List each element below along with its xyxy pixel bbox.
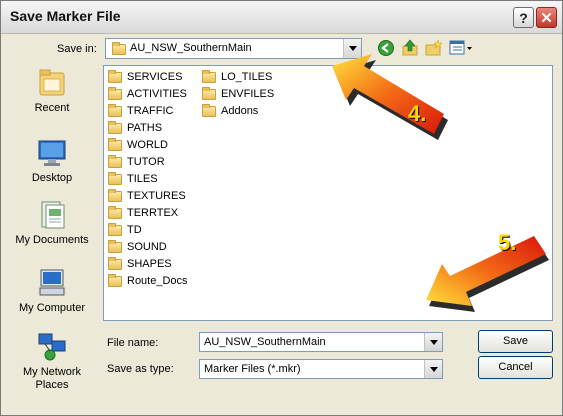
list-item-label: TEXTURES (127, 190, 186, 202)
list-item-label: Addons (221, 105, 259, 117)
network-places-icon (36, 331, 68, 363)
folder-icon (108, 273, 122, 287)
annotation-step-5: 5. (498, 230, 517, 255)
folder-icon (108, 137, 122, 151)
my-computer-icon (36, 267, 68, 299)
recent-icon (36, 67, 68, 99)
save-type-label: Save as type: (107, 363, 174, 375)
folder-icon (108, 222, 122, 236)
place-desktop[interactable]: Desktop (9, 137, 95, 185)
list-item[interactable]: SERVICES (108, 69, 182, 85)
list-item[interactable]: TRAFFIC (108, 103, 173, 119)
cancel-button[interactable]: Cancel (478, 356, 553, 379)
my-documents-icon (36, 199, 68, 231)
list-item-label: TRAFFIC (127, 105, 174, 117)
place-label: My Computer (18, 302, 86, 314)
list-item-label: TILES (127, 173, 158, 185)
list-item-label: PATHS (127, 122, 163, 134)
list-item[interactable]: PATHS (108, 120, 162, 136)
save-button[interactable]: Save (478, 330, 553, 353)
save-in-label: Save in: (57, 43, 97, 55)
list-item-label: ACTIVITIES (127, 88, 187, 100)
list-item-label: TD (127, 224, 142, 236)
place-my-computer[interactable]: My Computer (9, 267, 95, 315)
help-button[interactable]: ? (513, 7, 534, 28)
file-name-value: AU_NSW_SouthernMain (204, 336, 326, 348)
place-label: My Documents (15, 234, 89, 246)
folder-icon (108, 69, 122, 83)
annotation-arrow-4 (332, 54, 448, 140)
place-label: My Network Places (22, 366, 82, 391)
folder-icon (108, 256, 122, 270)
folder-icon (108, 171, 122, 185)
list-item-label: Route_Docs (127, 275, 188, 287)
folder-icon (202, 86, 216, 100)
save-marker-dialog: Save Marker File ? ✕ Save in: AU_NSW_Sou… (0, 0, 563, 416)
list-item[interactable]: TEXTURES (108, 188, 186, 204)
list-item-label: ENVFILES (221, 88, 275, 100)
annotation-arrow-5 (426, 236, 549, 312)
file-name-input[interactable]: AU_NSW_SouthernMain (199, 332, 443, 352)
folder-icon (112, 42, 126, 55)
annotation-step-4: 4. (408, 101, 427, 126)
list-item[interactable]: Addons (202, 103, 258, 119)
list-item-label: SHAPES (127, 258, 172, 270)
title-bar: Save Marker File ? ✕ (1, 1, 562, 34)
place-network[interactable]: My Network Places (9, 331, 95, 392)
place-recent[interactable]: Recent (9, 67, 95, 115)
save-type-value: Marker Files (*.mkr) (204, 363, 301, 375)
list-item-label: SERVICES (127, 71, 183, 83)
list-item[interactable]: TUTOR (108, 154, 165, 170)
save-in-value: AU_NSW_SouthernMain (130, 42, 252, 54)
list-item[interactable]: TILES (108, 171, 158, 187)
list-item-label: TUTOR (127, 156, 165, 168)
folder-icon (108, 86, 122, 100)
folder-icon (108, 103, 122, 117)
desktop-icon (36, 137, 68, 169)
list-item[interactable]: TERRTEX (108, 205, 178, 221)
place-label: Recent (34, 102, 70, 114)
folder-icon (108, 188, 122, 202)
list-item[interactable]: LO_TILES (202, 69, 272, 85)
chevron-down-icon[interactable] (424, 333, 442, 351)
list-item[interactable]: TD (108, 222, 142, 238)
chevron-down-icon[interactable] (424, 360, 442, 378)
save-type-dropdown[interactable]: Marker Files (*.mkr) (199, 359, 443, 379)
folder-icon (108, 239, 122, 253)
list-item-label: WORLD (127, 139, 168, 151)
folder-icon (108, 154, 122, 168)
file-name-label: File name: (107, 337, 159, 349)
list-item-label: TERRTEX (127, 207, 179, 219)
folder-icon (202, 103, 216, 117)
folder-icon (108, 205, 122, 219)
list-item[interactable]: ACTIVITIES (108, 86, 187, 102)
list-item[interactable]: ENVFILES (202, 86, 274, 102)
list-item[interactable]: Route_Docs (108, 273, 188, 289)
list-item-label: SOUND (127, 241, 167, 253)
folder-icon (108, 120, 122, 134)
file-list[interactable]: SERVICES ACTIVITIES TRAFFIC PATHS WORLD TUTOR… (103, 54, 553, 321)
folder-icon (202, 69, 216, 83)
place-label: Desktop (31, 172, 73, 184)
list-item[interactable]: SHAPES (108, 256, 172, 272)
list-item[interactable]: SOUND (108, 239, 167, 255)
place-my-documents[interactable]: My Documents (9, 199, 95, 247)
list-item-label: LO_TILES (221, 71, 273, 83)
dialog-title: Save Marker File (10, 8, 121, 24)
list-item[interactable]: WORLD (108, 137, 168, 153)
close-button[interactable]: ✕ (536, 7, 557, 28)
